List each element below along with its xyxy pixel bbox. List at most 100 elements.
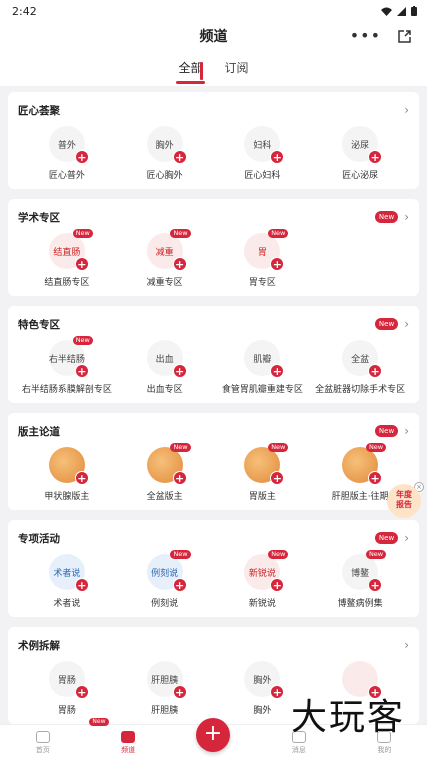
annual-report-line2: 报告: [396, 500, 412, 509]
channel-item[interactable]: 胃肠 + 胃肠: [18, 661, 116, 716]
channel-item[interactable]: 胸外 + 匠心胸外: [116, 126, 214, 181]
channel-item-label: 减重专区: [146, 278, 183, 288]
section-items: 结直肠 New + 结直肠专区 减重 New + 减重专区胃 New + 胃专区: [18, 229, 409, 288]
channel-icon-wrap: 全盆 +: [342, 340, 383, 378]
section-header[interactable]: 专项活动 New ›: [18, 528, 409, 548]
subscribe-plus-icon[interactable]: +: [270, 364, 285, 378]
chevron-right-icon[interactable]: ›: [404, 103, 409, 117]
wifi-icon: [381, 7, 392, 16]
subscribe-plus-icon[interactable]: +: [172, 578, 187, 592]
nav-messages-label: 消息: [291, 745, 306, 754]
channel-icon-wrap: 结直肠 New +: [48, 229, 93, 271]
subscribe-plus-icon[interactable]: +: [368, 578, 383, 592]
section-title: 专项活动: [18, 532, 60, 545]
channel-item-label: 甲状腺版主: [44, 492, 90, 502]
subscribe-plus-icon[interactable]: +: [74, 257, 89, 271]
subscribe-plus-icon[interactable]: +: [270, 685, 285, 699]
tab-subscribed[interactable]: 订阅: [223, 55, 251, 80]
channel-item[interactable]: 博鳌 New + 博鳌病例集: [311, 550, 409, 609]
channel-item[interactable]: 新锐说 New + 新锐说: [214, 550, 312, 609]
channel-item[interactable]: 妇科 + 匠心妇科: [214, 126, 312, 181]
status-bar: 2:42: [0, 0, 427, 22]
channel-item[interactable]: New + 全盆版主: [116, 443, 214, 502]
channel-item[interactable]: 出血 + 出血专区: [116, 340, 214, 395]
channel-item[interactable]: 结直肠 New + 结直肠专区: [18, 229, 116, 288]
channel-icon-wrap: 普外 +: [48, 126, 89, 164]
annual-report-badge[interactable]: 年度 报告: [387, 484, 421, 518]
subscribe-plus-icon[interactable]: +: [172, 364, 187, 378]
channel-item-label: 匠心泌尿: [342, 171, 379, 181]
subscribe-plus-icon[interactable]: +: [74, 364, 89, 378]
channel-icon-wrap: 胸外 +: [244, 661, 285, 699]
subscribe-plus-icon[interactable]: +: [368, 364, 383, 378]
channel-section: 专项活动 New › 术者说 + 术者说 例刻说 New + 例刻说 新锐说 New + 新锐说 博鳌 New…: [8, 520, 419, 617]
section-actions: ›: [404, 638, 409, 652]
section-header[interactable]: 特色专区 New ›: [18, 314, 409, 334]
channel-item[interactable]: 右半结肠 New + 右半结肠系膜解剖专区: [18, 336, 116, 395]
subscribe-plus-icon[interactable]: +: [74, 471, 89, 485]
section-actions: New ›: [374, 317, 409, 331]
subscribe-plus-icon[interactable]: +: [368, 471, 383, 485]
channel-item[interactable]: 术者说 + 术者说: [18, 554, 116, 609]
item-new-badge: New: [170, 443, 191, 452]
add-button[interactable]: +: [196, 718, 230, 752]
channel-item[interactable]: 减重 New + 减重专区: [116, 229, 214, 288]
subscribe-plus-icon[interactable]: +: [270, 471, 285, 485]
channel-item-label: 食管胃肌瓣重建专区: [221, 385, 303, 395]
channel-item-label: 胃肠: [57, 706, 76, 716]
channel-item[interactable]: 全盆 + 全盆脏器切除手术专区: [311, 340, 409, 395]
channel-item-label: 术者说: [53, 599, 81, 609]
channel-item[interactable]: 胃 New + 胃专区: [214, 229, 312, 288]
channel-item-label: 新锐说: [248, 599, 276, 609]
subscribe-plus-icon[interactable]: +: [368, 150, 383, 164]
subscribe-plus-icon[interactable]: +: [74, 578, 89, 592]
channel-item-label: 匠心普外: [48, 171, 85, 181]
item-new-badge: New: [170, 229, 191, 238]
nav-channel[interactable]: New 频道: [85, 718, 170, 760]
nav-home[interactable]: 首页: [0, 725, 85, 760]
new-badge: New: [374, 211, 399, 223]
section-items: 普外 + 匠心普外 胸外 + 匠心胸外 妇科 + 匠心妇科 泌尿 + 匠心泌尿: [18, 126, 409, 181]
channel-item-label: 全盆脏器切除手术专区: [315, 385, 406, 395]
share-button[interactable]: [398, 28, 411, 47]
item-new-badge: New: [268, 443, 289, 452]
section-header[interactable]: 术例拆解 ›: [18, 635, 409, 655]
home-icon: [35, 730, 50, 743]
channel-item[interactable]: New + 胃版主: [214, 443, 312, 502]
watermark: 大玩客: [290, 697, 405, 738]
channel-icon-wrap: 妇科 +: [244, 126, 285, 164]
subscribe-plus-icon[interactable]: +: [74, 685, 89, 699]
subscribe-plus-icon[interactable]: +: [172, 257, 187, 271]
section-header[interactable]: 版主论道 New ›: [18, 421, 409, 441]
chevron-right-icon[interactable]: ›: [404, 317, 409, 331]
subscribe-plus-icon[interactable]: +: [172, 150, 187, 164]
channel-section: 特色专区 New › 右半结肠 New + 右半结肠系膜解剖专区 出血 + 出血专区 肌瓣 + 食管胃肌…: [8, 306, 419, 403]
channel-item[interactable]: 例刻说 New + 例刻说: [116, 550, 214, 609]
channel-item-label: 例刻说: [151, 599, 179, 609]
channel-item[interactable]: 肝胆胰 + 肝胆胰: [116, 661, 214, 716]
chevron-right-icon[interactable]: ›: [404, 424, 409, 438]
channel-item[interactable]: 肌瓣 + 食管胃肌瓣重建专区: [214, 340, 312, 395]
subscribe-plus-icon[interactable]: +: [270, 578, 285, 592]
subscribe-plus-icon[interactable]: +: [74, 150, 89, 164]
chevron-right-icon[interactable]: ›: [404, 210, 409, 224]
channel-item[interactable]: 泌尿 + 匠心泌尿: [311, 126, 409, 181]
section-header[interactable]: 学术专区 New ›: [18, 207, 409, 227]
chevron-right-icon[interactable]: ›: [404, 531, 409, 545]
channel-item[interactable]: + 甲状腺版主: [18, 447, 116, 502]
chevron-right-icon[interactable]: ›: [404, 638, 409, 652]
channel-item-label: 结直肠专区: [44, 278, 90, 288]
signal-icon: [397, 6, 406, 16]
subscribe-plus-icon[interactable]: +: [172, 471, 187, 485]
channel-section: 版主论道 New › + 甲状腺版主 New + 全盆版主 New + 胃版主 New + 肝胆版主·往期: [8, 413, 419, 510]
section-header[interactable]: 匠心荟聚 ›: [18, 100, 409, 120]
section-items: + 甲状腺版主 New + 全盆版主 New + 胃版主 New + 肝胆版主·往期: [18, 443, 409, 502]
channel-icon-wrap: 胃 New +: [244, 229, 289, 271]
channel-icon-wrap: 博鳌 New +: [342, 550, 387, 592]
subscribe-plus-icon[interactable]: +: [270, 257, 285, 271]
channel-item[interactable]: 普外 + 匠心普外: [18, 126, 116, 181]
subscribe-plus-icon[interactable]: +: [270, 150, 285, 164]
channel-icon-wrap: New +: [244, 443, 289, 485]
more-button[interactable]: •••: [350, 26, 381, 45]
subscribe-plus-icon[interactable]: +: [172, 685, 187, 699]
